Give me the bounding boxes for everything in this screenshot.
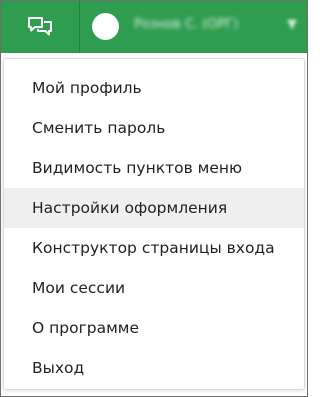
menu-item-appearance-settings[interactable]: Настройки оформления <box>4 188 304 228</box>
top-bar: Рознов С. (ОРГ) ▼ <box>1 1 307 53</box>
chat-button[interactable] <box>1 1 80 53</box>
app-window: Рознов С. (ОРГ) ▼ Мой профиль Сменить па… <box>0 0 308 397</box>
menu-item-change-password[interactable]: Сменить пароль <box>4 108 304 148</box>
avatar <box>92 13 119 40</box>
chevron-down-icon: ▼ <box>287 17 297 32</box>
menu-item-menu-visibility[interactable]: Видимость пунктов меню <box>4 148 304 188</box>
menu-item-my-sessions[interactable]: Мои сессии <box>4 268 304 308</box>
menu-item-logout[interactable]: Выход <box>4 348 304 388</box>
chat-bubbles-icon <box>28 17 52 36</box>
menu-item-my-profile[interactable]: Мой профиль <box>4 68 304 108</box>
menu-item-login-page-builder[interactable]: Конструктор страницы входа <box>4 228 304 268</box>
user-dropdown-menu: Мой профиль Сменить пароль Видимость пун… <box>3 58 305 390</box>
menu-item-about[interactable]: О программе <box>4 308 304 348</box>
user-menu-toggle[interactable]: Рознов С. (ОРГ) ▼ <box>80 1 307 53</box>
user-name: Рознов С. (ОРГ) <box>134 17 239 32</box>
